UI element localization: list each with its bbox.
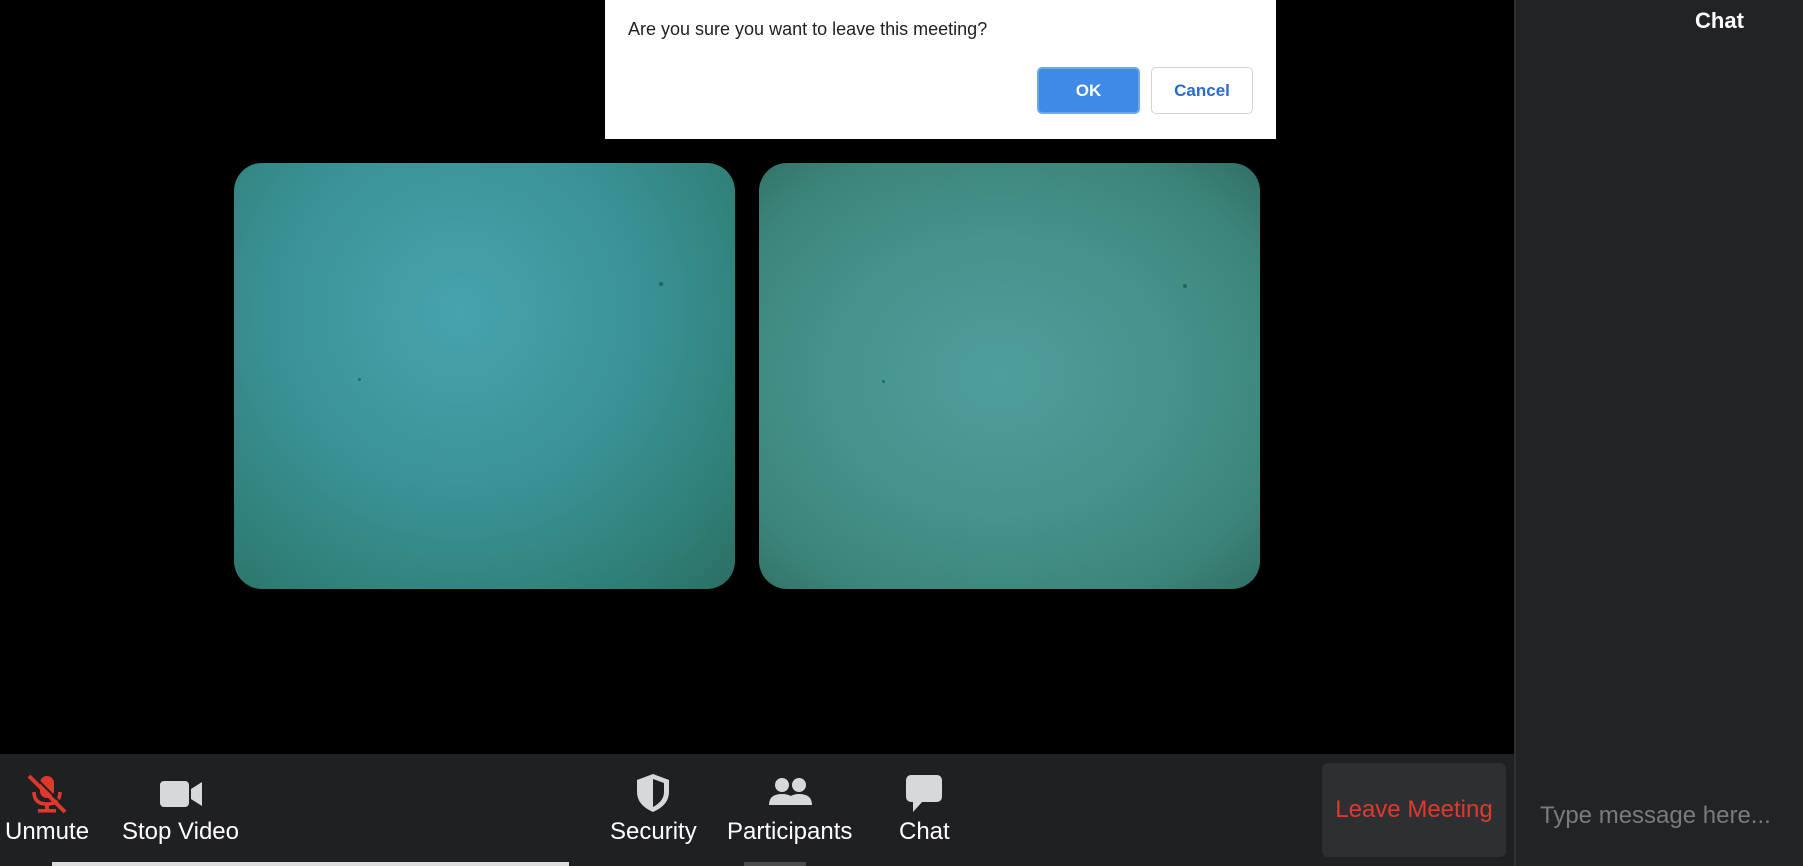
meeting-toolbar: Unmute Stop Video Security Participants … xyxy=(0,754,1514,866)
security-label: Security xyxy=(610,818,697,845)
leave-confirm-dialog: Are you sure you want to leave this meet… xyxy=(605,0,1276,139)
security-button[interactable]: Security xyxy=(610,772,697,846)
unmute-label: Unmute xyxy=(5,818,90,845)
speech-bubble-icon xyxy=(903,772,945,814)
participants-button[interactable]: Participants xyxy=(727,772,852,846)
participants-label: Participants xyxy=(727,818,853,845)
tile-speck xyxy=(358,378,361,381)
tile-speck xyxy=(1183,284,1187,288)
chat-panel-title: Chat xyxy=(1695,8,1744,33)
unmute-button[interactable]: Unmute xyxy=(5,772,89,846)
video-camera-icon xyxy=(158,772,204,814)
tile-speck xyxy=(659,282,663,286)
scrollbar[interactable] xyxy=(52,862,569,866)
stop-video-label: Stop Video xyxy=(122,818,239,845)
video-tile-participant-1[interactable] xyxy=(234,163,735,589)
video-tile-participant-2[interactable] xyxy=(759,163,1260,589)
chat-button[interactable]: Chat xyxy=(899,772,950,846)
shield-icon xyxy=(634,772,672,814)
scrollbar-segment xyxy=(744,862,806,866)
cancel-button[interactable]: Cancel xyxy=(1151,67,1253,114)
chat-panel: Chat xyxy=(1514,0,1803,866)
people-icon xyxy=(765,772,815,814)
tile-speck xyxy=(882,380,885,383)
microphone-muted-icon xyxy=(23,772,71,814)
stop-video-button[interactable]: Stop Video xyxy=(122,772,239,846)
dialog-message: Are you sure you want to leave this meet… xyxy=(628,19,988,39)
ok-button[interactable]: OK xyxy=(1037,67,1140,114)
chat-label: Chat xyxy=(899,818,950,845)
leave-meeting-button[interactable]: Leave Meeting xyxy=(1322,763,1506,857)
chat-message-input[interactable] xyxy=(1538,798,1792,834)
meeting-view: Are you sure you want to leave this meet… xyxy=(0,0,1514,754)
